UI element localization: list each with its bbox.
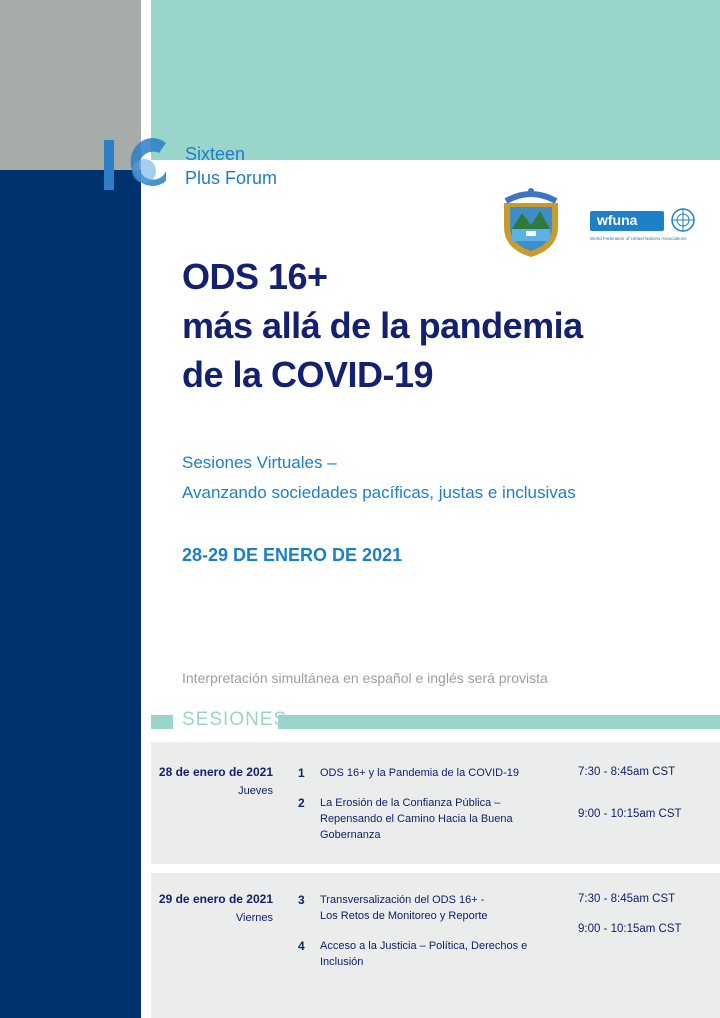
sessions-bar-right (278, 715, 720, 729)
session-1-time: 7:30 - 8:45am CST (578, 766, 676, 778)
un-emblem-icon (671, 208, 695, 232)
session-4-time: 9:00 - 10:15am CST (578, 923, 682, 935)
session-3-number: 3 (298, 893, 305, 907)
costa-rica-coat-of-arms-icon (504, 188, 558, 257)
navy-side-panel (0, 170, 141, 1018)
sessions-heading: SESIONES (182, 709, 288, 730)
subtitle-line2: Avanzando sociedades pacíficas, justas e… (182, 483, 576, 502)
session-2-title: La Erosión de la Confianza Pública – Rep… (320, 797, 513, 841)
session-1-title: ODS 16+ y la Pandemia de la COVID-19 (320, 767, 520, 779)
session-1-number: 1 (298, 766, 305, 780)
session-4-title: Acceso a la Justicia – Política, Derecho… (320, 940, 528, 968)
subtitle-line1: Sesiones Virtuales – (182, 453, 337, 472)
session-3-title: Transversalización del ODS 16+ - Los Ret… (320, 894, 488, 922)
interpretation-note: Interpretación simultánea en español e i… (182, 670, 548, 686)
session-2-number: 2 (298, 796, 305, 810)
forum-name-line2: Plus Forum (185, 168, 278, 188)
session-4-number: 4 (298, 939, 305, 953)
day-2-date: 29 de enero de 2021 (158, 892, 273, 906)
wfuna-caption: World Federation of United Nations Assoc… (590, 236, 687, 241)
forum-name: Sixteen Plus Forum (185, 142, 277, 190)
wfuna-name: wfuna (597, 212, 638, 228)
forum-name-line1: Sixteen (185, 144, 246, 164)
day-1-weekday: Jueves (238, 785, 273, 797)
sessions-bar-left (151, 715, 173, 729)
wfuna-logo: wfuna World Federation of United Nations… (590, 205, 700, 245)
session-2-time: 9:00 - 10:15am CST (578, 808, 682, 820)
event-date: 28-29 DE ENERO DE 2021 (182, 545, 403, 565)
title-line3: de la COVID-19 (182, 354, 434, 395)
day-2-weekday: Viernes (235, 912, 273, 924)
day-1-date: 28 de enero de 2021 (158, 765, 273, 779)
event-subtitle: Sesiones Virtuales – Avanzando sociedade… (182, 448, 576, 508)
teal-header-block (151, 0, 720, 160)
session-3-time: 7:30 - 8:45am CST (578, 893, 676, 905)
title-line1: ODS 16+ (182, 256, 328, 297)
sixteen-plus-logo-icon (104, 138, 166, 190)
title-line2: más allá de la pandemia (182, 305, 583, 346)
event-title: ODS 16+ más allá de la pandemia de la CO… (182, 252, 702, 399)
